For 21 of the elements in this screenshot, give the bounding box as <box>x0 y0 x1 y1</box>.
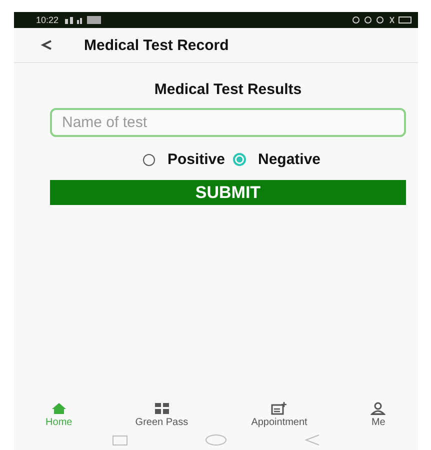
home-icon <box>50 402 67 415</box>
radio-button[interactable] <box>233 153 246 166</box>
document-icon <box>271 402 288 415</box>
nav-tab[interactable]: Me <box>366 402 390 428</box>
radio-label[interactable]: Positive <box>167 151 225 168</box>
screen-title: Medical Test Record <box>84 36 229 54</box>
form-heading: Medical Test Results <box>154 81 302 98</box>
grid-icon <box>154 402 170 415</box>
home-button-icon[interactable] <box>204 434 227 446</box>
person-icon <box>370 402 386 415</box>
recent-apps-icon[interactable] <box>112 434 128 446</box>
submit-button[interactable]: SUBMIT <box>50 180 406 205</box>
nav-tab[interactable]: Green Pass <box>131 402 192 428</box>
back-button[interactable] <box>40 38 54 52</box>
nav-tab[interactable]: Appointment <box>247 402 312 428</box>
radio-label[interactable]: Negative <box>258 151 321 168</box>
status-time: 10:22 <box>36 15 59 25</box>
back-icon[interactable] <box>304 434 320 446</box>
status-icons <box>352 16 412 24</box>
test-name-field[interactable]: Name of test <box>50 108 406 137</box>
radio-button[interactable] <box>143 154 156 166</box>
